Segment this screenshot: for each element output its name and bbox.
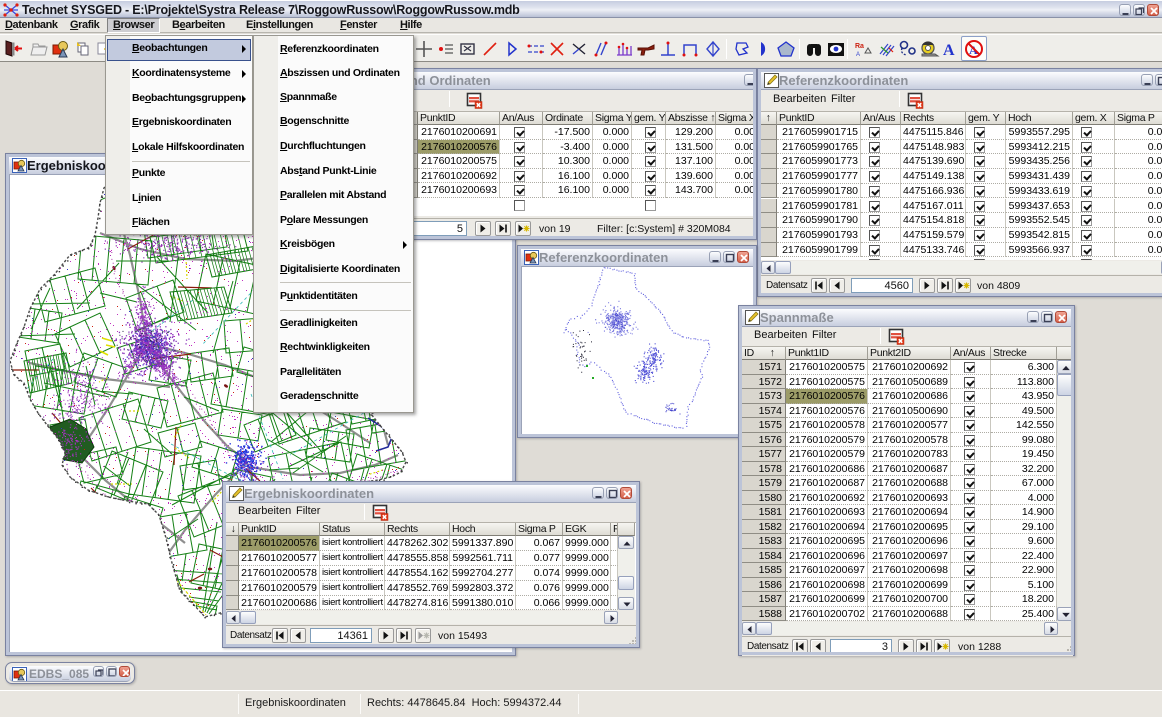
svg-text:A: A (943, 42, 955, 59)
svg-text:Ra: Ra (855, 43, 864, 50)
svg-text:A: A (856, 52, 860, 58)
